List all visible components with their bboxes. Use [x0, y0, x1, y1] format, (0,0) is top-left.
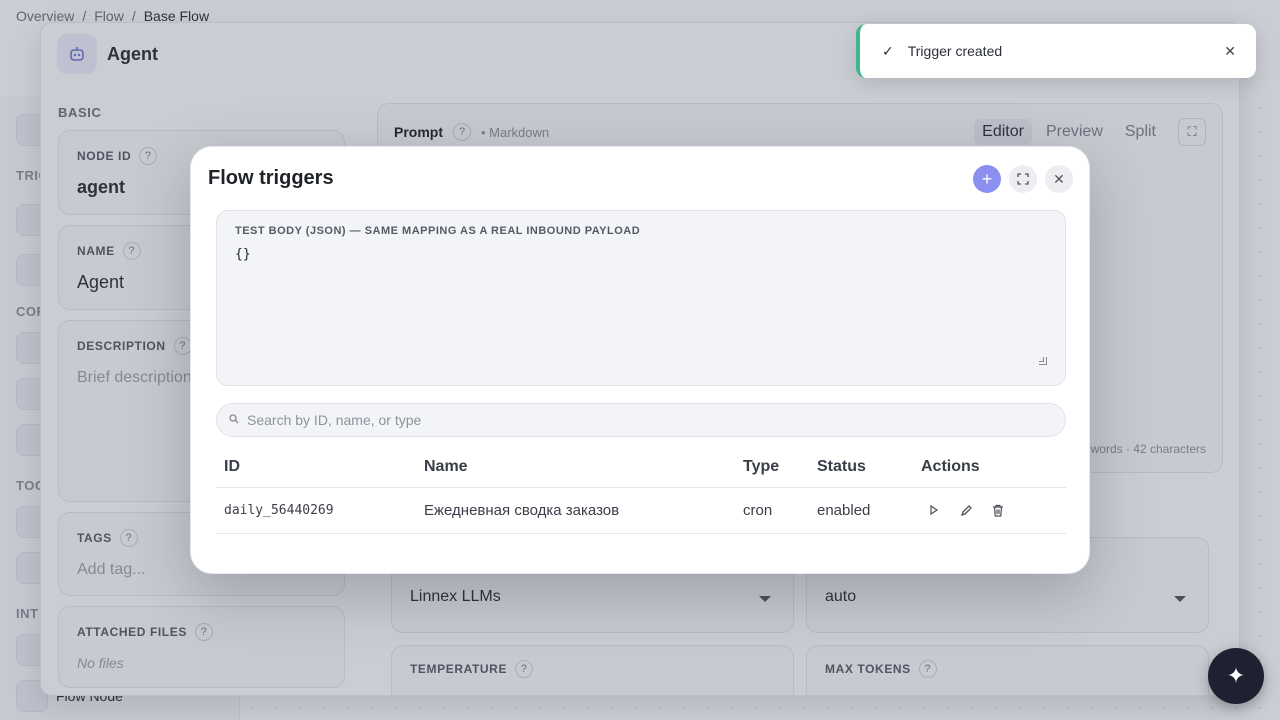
trigger-type: cron — [735, 487, 809, 534]
add-trigger-button[interactable]: + — [973, 165, 1001, 193]
test-body-editor[interactable]: TEST BODY (JSON) — SAME MAPPING AS A REA… — [216, 210, 1066, 386]
search-icon — [229, 413, 239, 427]
row-actions-cell — [913, 487, 1066, 534]
column-header-actions: Actions — [913, 447, 1066, 488]
close-icon[interactable]: ✕ — [1224, 43, 1236, 60]
ai-assistant-button[interactable]: ✦ — [1208, 648, 1264, 704]
success-toast: ✓ Trigger created ✕ — [856, 24, 1256, 78]
search-input[interactable] — [247, 412, 1053, 428]
table-row: daily_56440269 Ежедневная сводка заказов… — [216, 487, 1066, 534]
toast-message: Trigger created — [907, 43, 1003, 59]
column-header-type: Type — [735, 447, 809, 488]
test-body-label: TEST BODY (JSON) — SAME MAPPING AS A REA… — [235, 225, 641, 237]
trigger-id: daily_56440269 — [216, 487, 416, 534]
sparkle-icon: ✦ — [1226, 663, 1246, 688]
flow-triggers-dialog: Flow triggers + ✕ TEST BODY (JSON) — SAM… — [190, 146, 1090, 574]
triggers-table: ID Name Type Status Actions daily_564402… — [216, 447, 1066, 534]
test-body-value[interactable]: {} — [235, 247, 1047, 262]
dialog-actions: + ✕ — [973, 165, 1073, 193]
trigger-name: Ежедневная сводка заказов — [416, 487, 735, 534]
run-icon[interactable] — [925, 501, 943, 519]
trash-icon[interactable] — [989, 501, 1007, 519]
trigger-search[interactable] — [216, 403, 1066, 437]
column-header-name: Name — [416, 447, 735, 488]
column-header-status: Status — [809, 447, 913, 488]
dialog-title: Flow triggers — [208, 167, 334, 189]
resize-handle-icon[interactable] — [1039, 357, 1047, 365]
edit-icon[interactable] — [957, 501, 975, 519]
close-icon[interactable]: ✕ — [1045, 165, 1073, 193]
table-header-row: ID Name Type Status Actions — [216, 447, 1066, 488]
check-icon: ✓ — [882, 42, 894, 59]
column-header-id: ID — [216, 447, 416, 488]
trigger-status: enabled — [809, 487, 913, 534]
fullscreen-icon[interactable] — [1009, 165, 1037, 193]
